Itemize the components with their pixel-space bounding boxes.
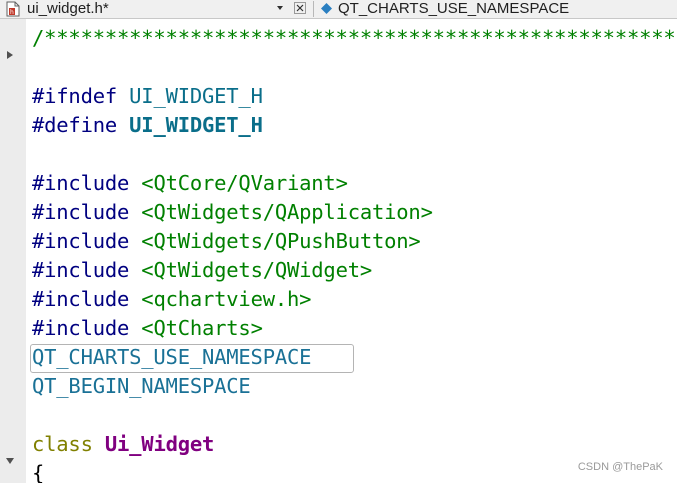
preprocessor-directive: #include bbox=[32, 171, 130, 195]
class-name: Ui_Widget bbox=[104, 432, 215, 456]
comment-line: /***************************************… bbox=[32, 26, 677, 50]
preprocessor-directive: #include bbox=[32, 287, 130, 311]
open-brace-line: { bbox=[32, 461, 45, 483]
preprocessor-directive: #define bbox=[32, 113, 117, 137]
editor-toolbar: h ui_widget.h* QT_CHARTS_USE_NAMESPACE bbox=[0, 0, 677, 19]
include-path: <QtWidgets/QWidget> bbox=[141, 258, 372, 282]
toolbar-separator bbox=[313, 1, 314, 17]
file-selector[interactable]: ui_widget.h* bbox=[27, 0, 109, 17]
include-line: #include <QtCore/QVariant> bbox=[32, 169, 348, 198]
class-declaration-line: class Ui_Widget bbox=[32, 430, 214, 459]
fold-arrow-right-icon[interactable] bbox=[6, 50, 14, 60]
macro-name: UI_WIDGET_H bbox=[129, 113, 263, 137]
diamond-symbol-icon bbox=[321, 3, 332, 14]
use-namespace-line[interactable]: QT_CHARTS_USE_NAMESPACE bbox=[32, 343, 311, 372]
header-file-icon: h bbox=[6, 1, 20, 17]
include-path: <QtWidgets/QApplication> bbox=[141, 200, 433, 224]
include-path: <QtCharts> bbox=[141, 316, 263, 340]
include-line: #include <QtWidgets/QWidget> bbox=[32, 256, 372, 285]
include-line: #include <QtCharts> bbox=[32, 314, 263, 343]
watermark: CSDN @ThePaK bbox=[577, 461, 663, 473]
editor-gutter bbox=[0, 19, 26, 483]
include-path: <qchartview.h> bbox=[141, 287, 312, 311]
include-path: <QtWidgets/QPushButton> bbox=[141, 229, 421, 253]
ifndef-line: #ifndef UI_WIDGET_H bbox=[32, 82, 263, 111]
preprocessor-directive: #include bbox=[32, 258, 130, 282]
preprocessor-directive: #include bbox=[32, 200, 130, 224]
class-keyword: class bbox=[32, 432, 93, 456]
symbol-selector[interactable]: QT_CHARTS_USE_NAMESPACE bbox=[338, 0, 569, 17]
close-icon[interactable] bbox=[294, 2, 306, 14]
include-path: <QtCore/QVariant> bbox=[141, 171, 348, 195]
include-line: #include <QtWidgets/QApplication> bbox=[32, 198, 433, 227]
preprocessor-directive: #ifndef bbox=[32, 84, 117, 108]
chevron-down-icon[interactable] bbox=[274, 2, 286, 14]
include-line: #include <qchartview.h> bbox=[32, 285, 311, 314]
preprocessor-directive: #include bbox=[32, 316, 130, 340]
fold-arrow-down-icon[interactable] bbox=[5, 457, 15, 465]
define-line: #define UI_WIDGET_H bbox=[32, 111, 263, 140]
macro-name: UI_WIDGET_H bbox=[129, 84, 263, 108]
begin-namespace-line: QT_BEGIN_NAMESPACE bbox=[32, 374, 251, 398]
svg-text:h: h bbox=[10, 9, 14, 16]
preprocessor-directive: #include bbox=[32, 229, 130, 253]
code-editor[interactable]: /***************************************… bbox=[26, 19, 677, 483]
include-line: #include <QtWidgets/QPushButton> bbox=[32, 227, 421, 256]
